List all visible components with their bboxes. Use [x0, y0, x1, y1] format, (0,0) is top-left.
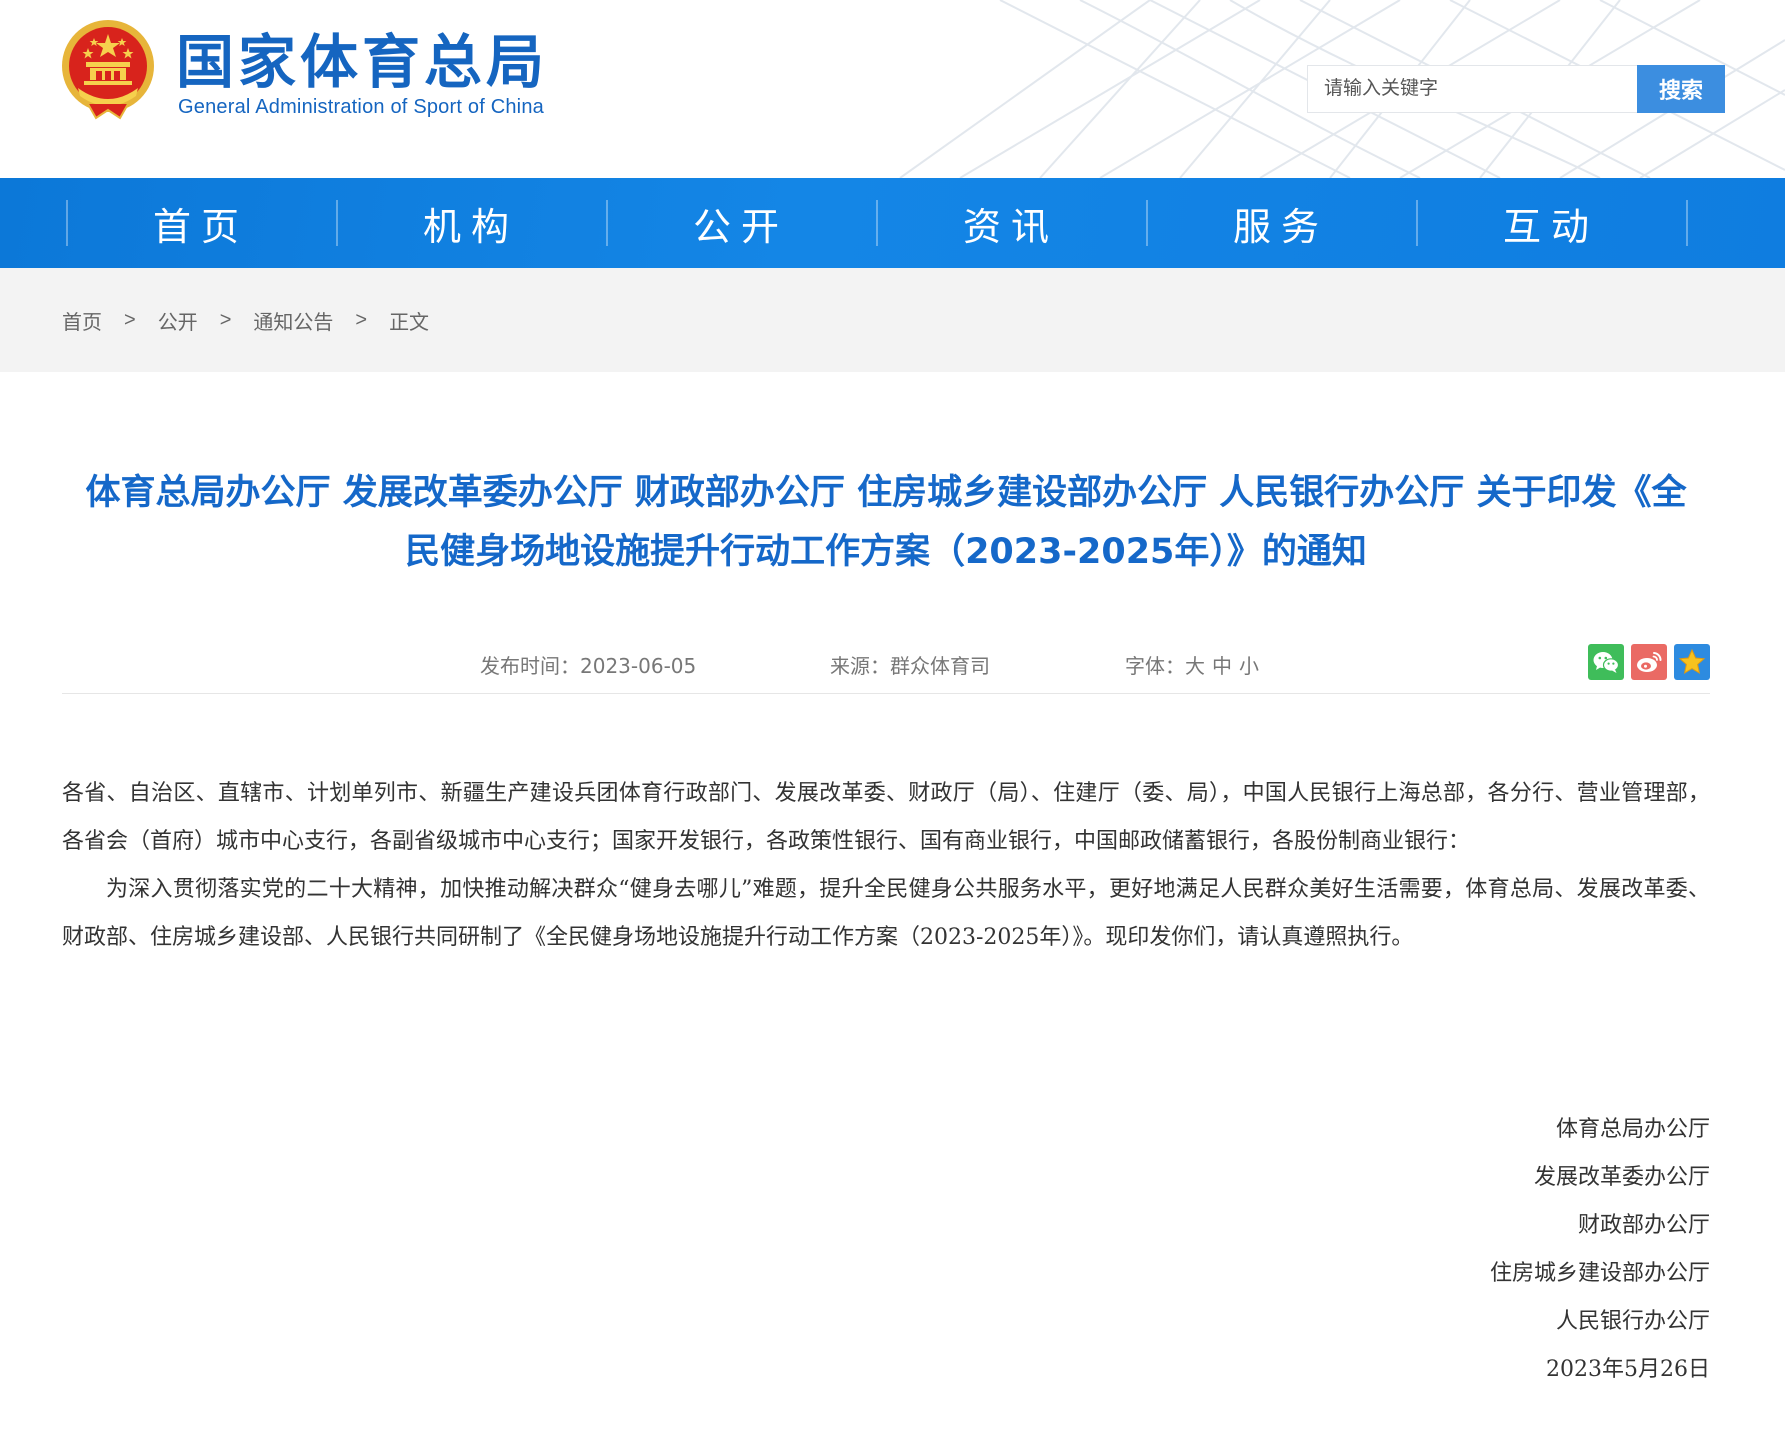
site-subtitle: General Administration of Sport of China [178, 96, 544, 118]
breadcrumb: 首页 > 公开 > 通知公告 > 正文 [62, 306, 429, 335]
article-meta: 发布时间：2023-06-05 来源：群众体育司 字体：大中小 [62, 644, 1710, 684]
breadcrumb-public[interactable]: 公开 [158, 306, 198, 335]
breadcrumb-separator: > [355, 309, 368, 331]
nav-items: 首页 机构 公开 资讯 服务 互动 [66, 178, 1688, 268]
nav-item-service[interactable]: 服务 [1146, 178, 1416, 268]
signature-line: 财政部办公厅 [1577, 1213, 1710, 1238]
article-paragraph-recipients: 各省、自治区、直辖市、计划单列市、新疆生产建设兵团体育行政部门、发展改革委、财政… [62, 781, 1710, 854]
publish-time: 发布时间：2023-06-05 [480, 654, 697, 678]
main-nav: 首页 机构 公开 资讯 服务 互动 [0, 178, 1785, 268]
breadcrumb-current: 正文 [389, 310, 430, 334]
article-signatures: 体育总局办公厅 发展改革委办公厅 财政部办公厅 住房城乡建设部办公厅 人民银行办… [62, 1106, 1710, 1394]
signature-date: 2023年5月26日 [1546, 1357, 1710, 1382]
share-weibo-button[interactable] [1631, 644, 1667, 680]
signature-line: 住房城乡建设部办公厅 [1489, 1261, 1710, 1286]
signature-line: 体育总局办公厅 [1555, 1117, 1710, 1142]
article-source: 来源：群众体育司 [830, 654, 990, 678]
font-size-small[interactable]: 小 [1239, 654, 1259, 678]
font-size-switcher: 字体：大中小 [1125, 650, 1266, 679]
nav-item-home[interactable]: 首页 [66, 178, 336, 268]
article-paragraph-main: 为深入贯彻落实党的二十大精神，加快推动解决群众“健身去哪儿”难题，提升全民健身公… [62, 877, 1710, 950]
article-title-line-2: 民健身场地设施提升行动工作方案（2023-2025年）》的通知 [405, 532, 1367, 572]
breadcrumb-bar: 首页 > 公开 > 通知公告 > 正文 [0, 268, 1785, 372]
font-size-label: 字体： [1125, 654, 1185, 678]
meta-divider [62, 693, 1710, 694]
site-header: 国家体育总局 General Administration of Sport o… [0, 0, 1785, 178]
breadcrumb-notices[interactable]: 通知公告 [253, 306, 333, 335]
site-title: 国家体育总局 [176, 28, 549, 96]
wechat-icon [1593, 652, 1620, 673]
search-button[interactable]: 搜索 [1637, 65, 1725, 113]
search-input[interactable] [1307, 65, 1637, 113]
breadcrumb-separator: > [219, 309, 232, 331]
breadcrumb-separator: > [124, 309, 136, 331]
nav-divider [1686, 200, 1688, 246]
weibo-icon [1637, 652, 1662, 672]
signature-line: 人民银行办公厅 [1555, 1309, 1710, 1334]
article-body: 各省、自治区、直辖市、计划单列市、新疆生产建设兵团体育行政部门、发展改革委、财政… [62, 770, 1710, 962]
signature-line: 发展改革委办公厅 [1533, 1165, 1710, 1190]
breadcrumb-home[interactable]: 首页 [62, 306, 102, 335]
font-size-medium[interactable]: 中 [1212, 654, 1232, 678]
nav-item-news[interactable]: 资讯 [876, 178, 1146, 268]
font-size-large[interactable]: 大 [1185, 654, 1205, 678]
national-emblem-icon [62, 20, 154, 120]
search-box: 搜索 [1307, 65, 1725, 113]
article-title: 体育总局办公厅 发展改革委办公厅 财政部办公厅 住房城乡建设部办公厅 人民银行办… [62, 464, 1710, 582]
nav-item-public[interactable]: 公开 [606, 178, 876, 268]
share-wechat-button[interactable] [1588, 644, 1624, 680]
article-title-line-1: 体育总局办公厅 发展改革委办公厅 财政部办公厅 住房城乡建设部办公厅 人民银行办… [85, 473, 1687, 513]
add-favorite-button[interactable] [1674, 644, 1710, 680]
nav-item-organization[interactable]: 机构 [336, 178, 606, 268]
favorite-star-icon [1678, 648, 1706, 675]
nav-item-interaction[interactable]: 互动 [1416, 178, 1686, 268]
